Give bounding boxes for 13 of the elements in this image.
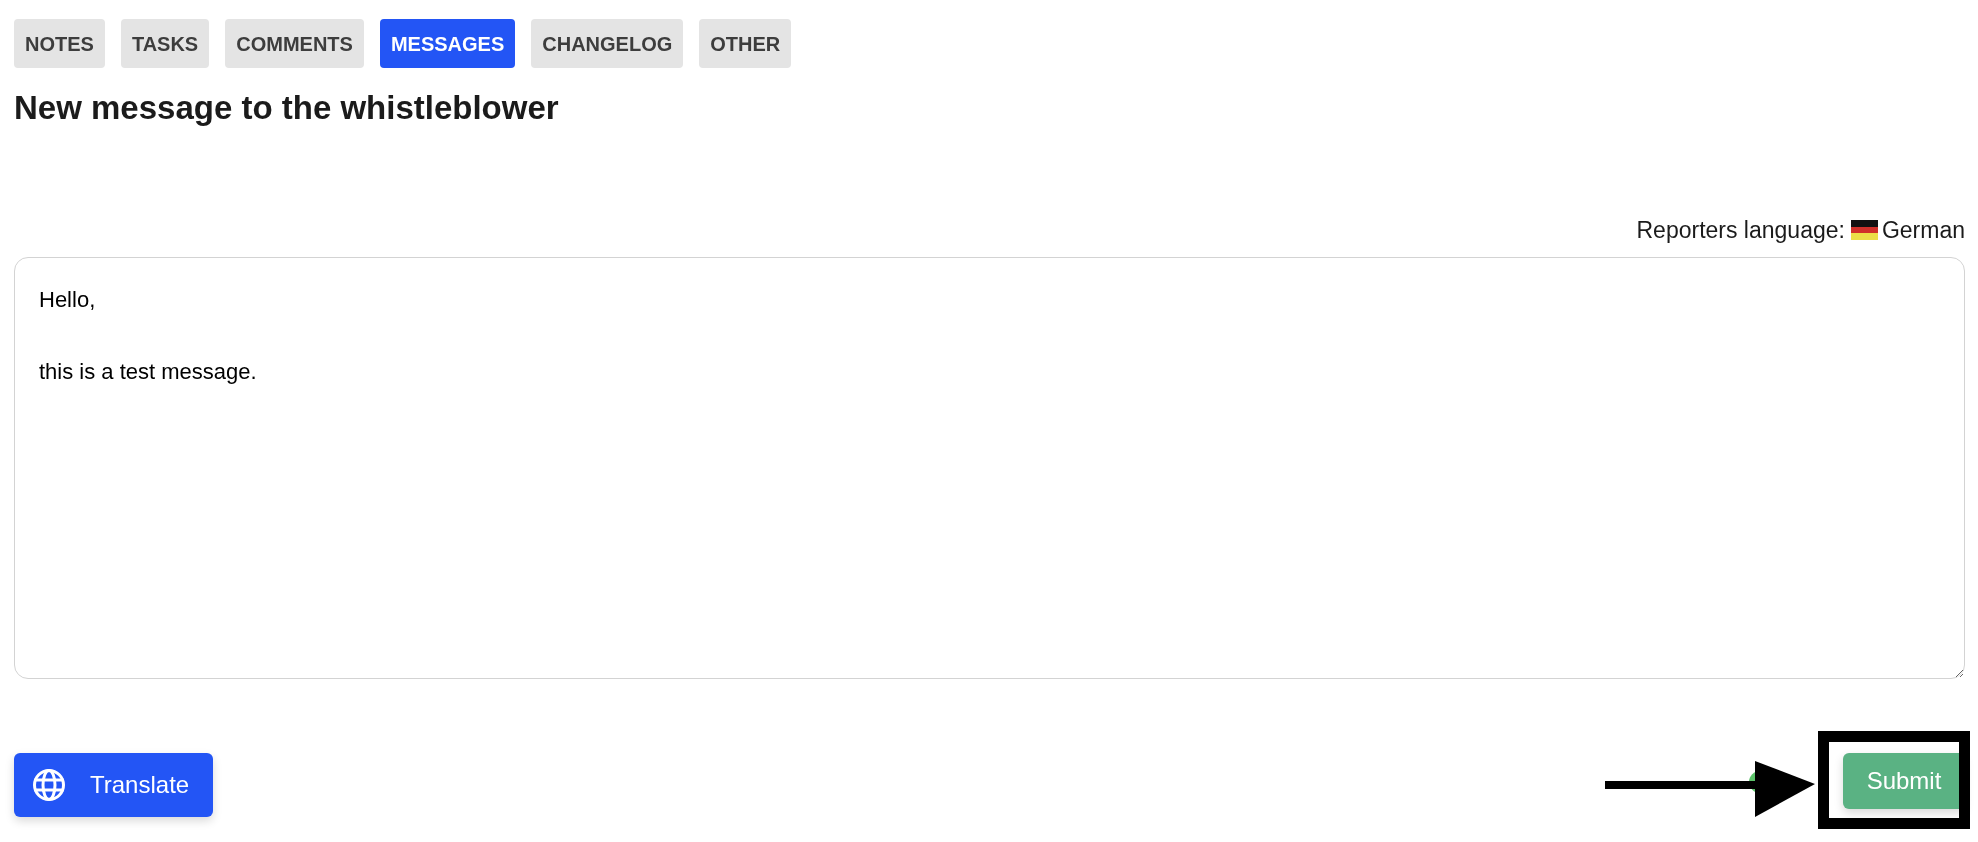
tab[interactable]: MESSAGES xyxy=(379,19,516,68)
tab[interactable]: OTHER xyxy=(699,19,792,68)
tab[interactable]: COMMENTS xyxy=(225,19,364,68)
tab[interactable]: NOTES xyxy=(14,19,105,68)
message-field[interactable]: Hello, this is a test message. xyxy=(14,257,1965,680)
language-label: Reporters language: xyxy=(1636,215,1845,245)
language-value: German xyxy=(1881,215,1965,245)
flag-icon xyxy=(1850,219,1878,240)
tab[interactable]: CHANGELOG xyxy=(531,19,684,68)
tab[interactable]: TASKS xyxy=(120,19,210,68)
globe-icon xyxy=(32,768,66,803)
translate-button[interactable]: Translate xyxy=(14,753,214,818)
page-title: New message to the whistleblower xyxy=(14,88,560,128)
